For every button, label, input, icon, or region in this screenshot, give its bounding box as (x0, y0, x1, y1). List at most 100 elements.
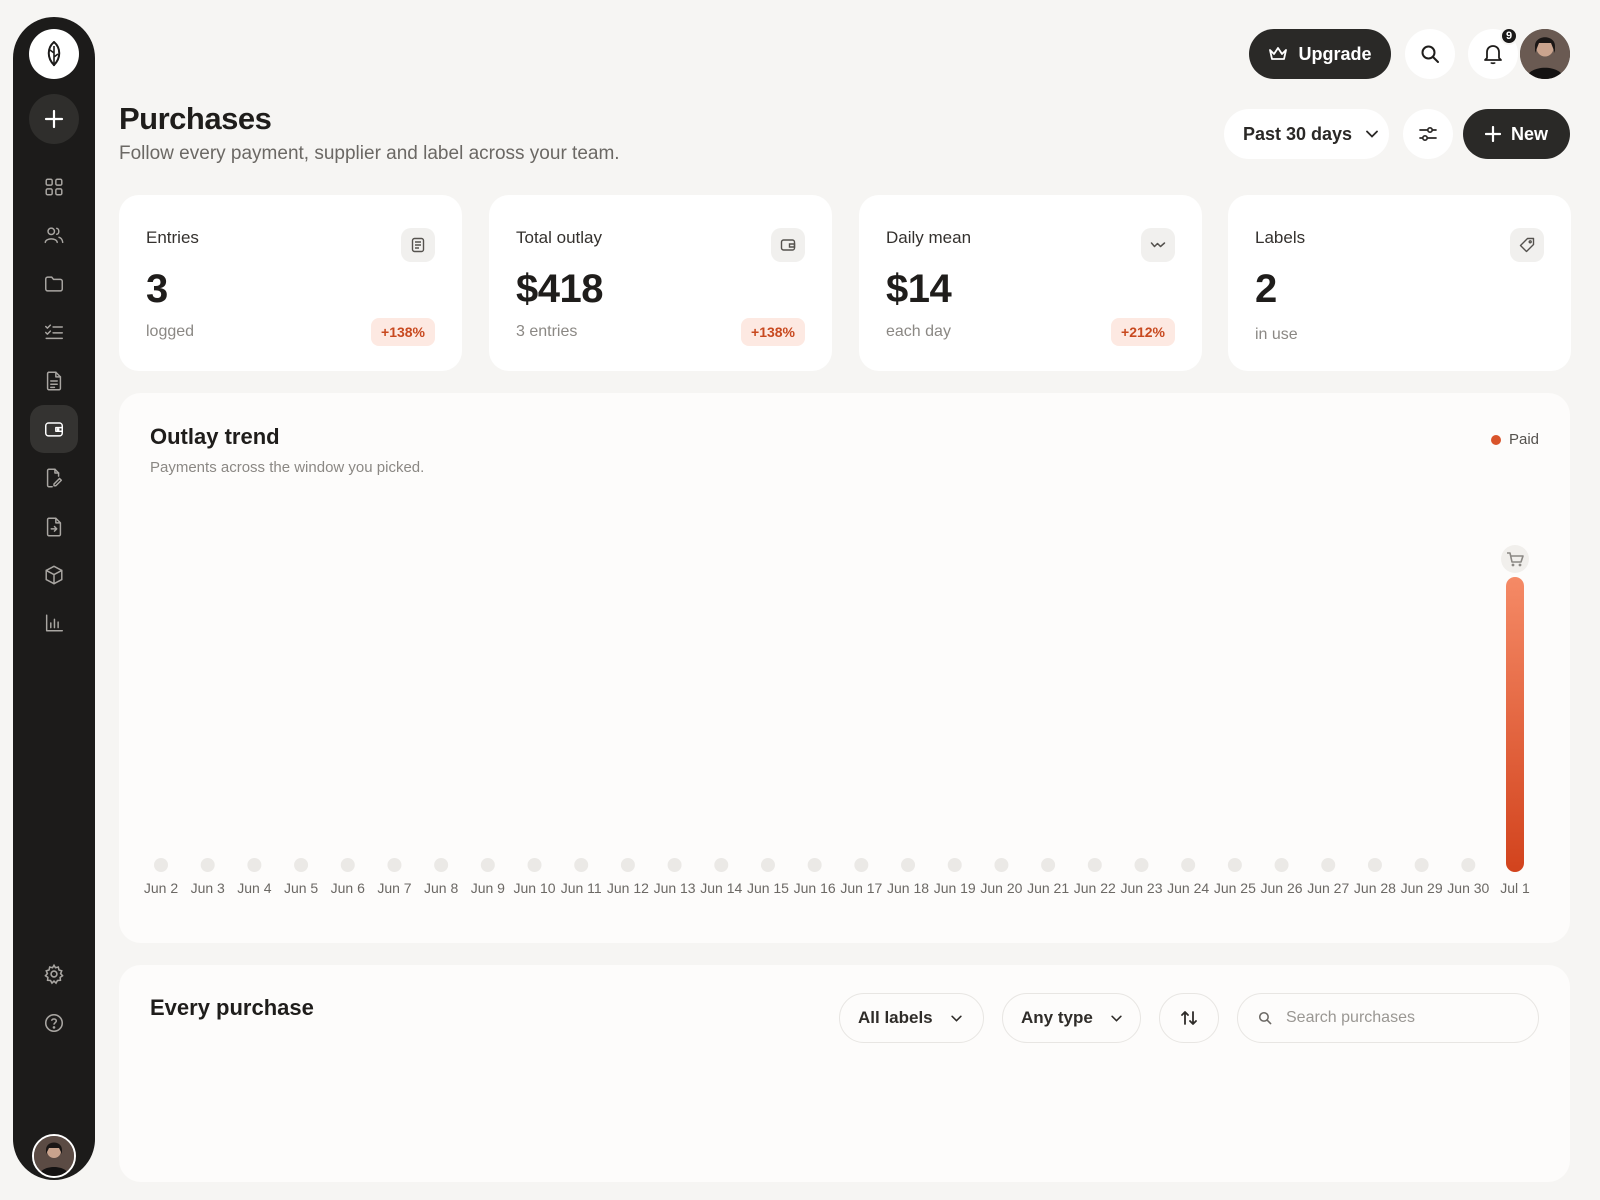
sidebar-item-exports[interactable] (30, 503, 78, 551)
sidebar-item-team[interactable] (30, 211, 78, 259)
x-tick-label: Jun 16 (794, 880, 836, 896)
chart-empty-point[interactable] (1321, 858, 1336, 872)
sidebar-item-reports[interactable] (30, 599, 78, 647)
search-button[interactable] (1405, 29, 1455, 79)
x-tick-label: Jun 22 (1074, 880, 1116, 896)
help-icon (44, 1013, 64, 1033)
wallet-icon (771, 228, 805, 262)
chart-title: Outlay trend (150, 424, 280, 449)
tag-icon (1510, 228, 1544, 262)
chart-empty-point[interactable] (434, 858, 449, 872)
x-tick-label: Jun 23 (1120, 880, 1162, 896)
chart-empty-point[interactable] (1041, 858, 1056, 872)
user-avatar[interactable] (32, 1134, 76, 1178)
x-tick-label: Jun 30 (1447, 880, 1489, 896)
search-purchases-input[interactable] (1286, 1009, 1506, 1027)
sliders-icon (1419, 126, 1437, 142)
upgrade-button[interactable]: Upgrade (1249, 29, 1391, 79)
x-tick-label: Jun 29 (1401, 880, 1443, 896)
sidebar-item-products[interactable] (30, 551, 78, 599)
profile-avatar[interactable] (1520, 29, 1570, 79)
sidebar-item-files[interactable] (30, 260, 78, 308)
chart-empty-point[interactable] (574, 858, 589, 872)
plus-icon (44, 109, 64, 129)
search-purchases-field[interactable] (1237, 993, 1539, 1043)
stat-label: Total outlay (516, 228, 602, 247)
chart-empty-point[interactable] (154, 858, 168, 872)
change-badge: +212% (1111, 318, 1175, 346)
chart-empty-point[interactable] (901, 858, 916, 872)
chevron-down-icon (950, 1015, 962, 1022)
sort-arrows-icon (1181, 1011, 1197, 1025)
chart-empty-point[interactable] (527, 858, 542, 872)
chart-empty-point[interactable] (1227, 858, 1242, 872)
new-purchase-button[interactable]: New (1463, 109, 1570, 159)
chart-empty-point[interactable] (1181, 858, 1196, 872)
x-tick-label: Jun 24 (1167, 880, 1209, 896)
type-filter-select[interactable]: Any type (1002, 993, 1141, 1043)
chart-empty-point[interactable] (387, 858, 402, 872)
x-tick-label: Jun 17 (840, 880, 882, 896)
plus-icon (1484, 126, 1501, 142)
chart-empty-point[interactable] (714, 858, 729, 872)
chart-empty-point[interactable] (994, 858, 1009, 872)
chart-empty-point[interactable] (1274, 858, 1289, 872)
search-icon (1258, 1011, 1272, 1025)
sidebar-item-drafts[interactable] (30, 454, 78, 502)
stat-value: 2 (1255, 267, 1277, 311)
search-icon (1421, 45, 1439, 63)
x-tick-label: Jun 8 (424, 880, 458, 896)
chart-empty-point[interactable] (667, 858, 682, 872)
chart-empty-point[interactable] (854, 858, 869, 872)
shopping-cart-icon (1501, 545, 1529, 573)
chart-bar[interactable] (1506, 577, 1524, 872)
label-filter-select[interactable]: All labels (839, 993, 984, 1043)
leaf-logo-icon[interactable] (29, 29, 79, 79)
add-button[interactable] (29, 94, 79, 144)
chart-empty-point[interactable] (247, 858, 262, 872)
legend-label: Paid (1508, 431, 1539, 448)
gear-icon (44, 963, 64, 985)
chart-empty-point[interactable] (480, 858, 495, 872)
chart-empty-point[interactable] (294, 858, 309, 872)
sidebar-item-purchases[interactable] (30, 405, 78, 453)
x-tick-label: Jun 5 (284, 880, 318, 896)
box-icon (45, 565, 63, 585)
chart-empty-point[interactable] (1134, 858, 1149, 872)
grid-icon (45, 178, 63, 196)
file-export-icon (46, 517, 62, 537)
stat-card-daily-mean: Daily mean $14 each day +212% (859, 195, 1202, 371)
sort-button[interactable] (1159, 993, 1219, 1043)
trend-icon (1141, 228, 1175, 262)
sidebar-item-dashboard[interactable] (30, 163, 78, 211)
sidebar-item-tasks[interactable] (30, 308, 78, 356)
x-tick-label: Jun 12 (607, 880, 649, 896)
stat-card-labels: Labels 2 in use (1228, 195, 1571, 371)
help-button[interactable] (30, 999, 78, 1047)
chart-empty-point[interactable] (760, 858, 775, 872)
edit-file-icon (46, 468, 63, 488)
chart-empty-point[interactable] (947, 858, 962, 872)
wallet-icon (45, 422, 63, 437)
new-label: New (1510, 123, 1548, 144)
notification-count-badge: 9 (1500, 27, 1518, 45)
chart-empty-point[interactable] (1087, 858, 1102, 872)
chart-empty-point[interactable] (1461, 858, 1476, 872)
x-tick-label: Jun 6 (331, 880, 365, 896)
change-badge: +138% (741, 318, 805, 346)
sidebar-item-documents[interactable] (30, 357, 78, 405)
chart-empty-point[interactable] (200, 858, 215, 872)
x-tick-label: Jun 21 (1027, 880, 1069, 896)
chart-empty-point[interactable] (340, 858, 355, 872)
chart-empty-point[interactable] (807, 858, 822, 872)
settings-button[interactable] (30, 950, 78, 998)
x-tick-label: Jun 10 (513, 880, 555, 896)
filter-settings-button[interactable] (1403, 109, 1453, 159)
chart-empty-point[interactable] (1414, 858, 1429, 872)
stat-label: Labels (1255, 228, 1306, 247)
date-range-select[interactable]: Past 30 days (1224, 109, 1389, 159)
chart-empty-point[interactable] (1367, 858, 1382, 872)
x-tick-label: Jun 3 (191, 880, 225, 896)
checklist-icon (45, 324, 63, 340)
chart-empty-point[interactable] (620, 858, 635, 872)
